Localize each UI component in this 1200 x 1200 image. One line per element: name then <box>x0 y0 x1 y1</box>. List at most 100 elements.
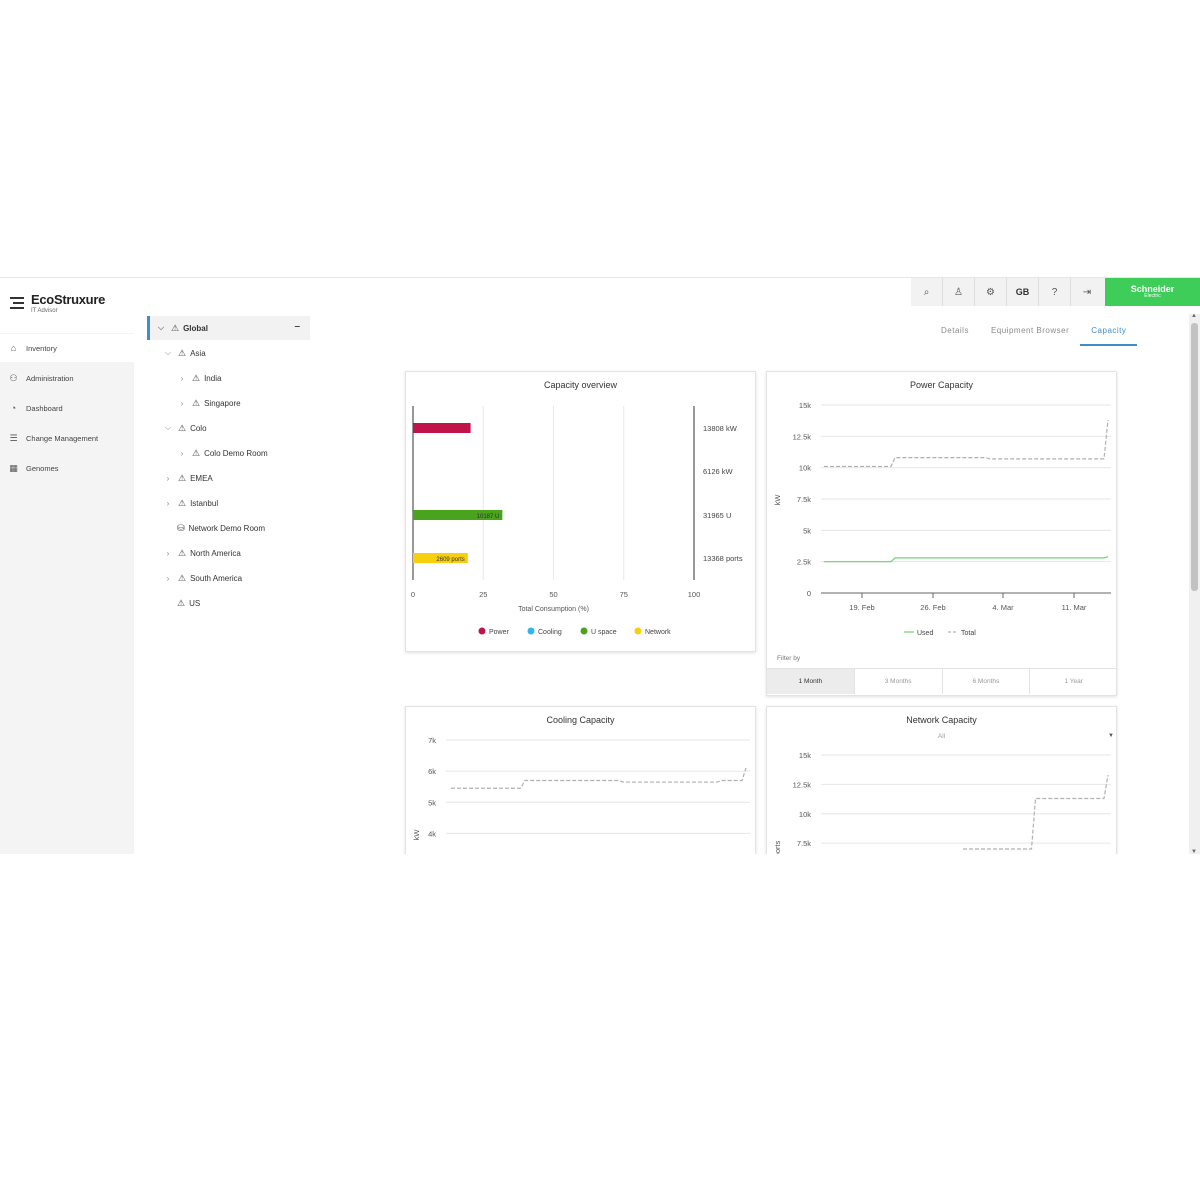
x-tick-label: 100 <box>688 590 701 599</box>
nav-item-label: Change Management <box>26 433 99 443</box>
y-tick-label: 7.5k <box>797 839 811 848</box>
filter-3-months[interactable]: 3 Months <box>855 669 943 694</box>
tree-item-colo-demo-room[interactable]: › ⚠ Colo Demo Room <box>177 442 268 464</box>
tab-capacity[interactable]: Capacity <box>1080 318 1138 346</box>
menu-icon[interactable] <box>10 297 24 309</box>
logo-area: EcoStruxure IT Advisor <box>0 278 134 333</box>
scroll-up-icon[interactable]: ▲ <box>1191 313 1197 319</box>
tree-item-north-america[interactable]: › ⚠ North America <box>163 542 241 564</box>
y-tick-label: 10k <box>799 464 811 473</box>
chevron-right-icon[interactable]: › <box>177 374 187 383</box>
tab-details[interactable]: Details <box>930 318 980 346</box>
user-icon[interactable]: ♙ <box>943 278 975 306</box>
dropdown-caret-icon[interactable]: ▼ <box>1108 733 1114 739</box>
nav-item-label: Genomes <box>26 463 59 473</box>
chevron-down-icon[interactable]: ⌵ <box>156 323 166 333</box>
series-line-used <box>824 556 1109 563</box>
brand-logo: Schneider Electric <box>1105 278 1200 306</box>
cooling-capacity-chart: 4k 5k 6k 7k kW <box>412 736 750 841</box>
left-nav: EcoStruxure IT Advisor ⌂ Inventory ⚇ Adm… <box>0 278 134 854</box>
app-logo-subtitle: IT Advisor <box>31 308 58 314</box>
filter-6-months[interactable]: 6 Months <box>943 669 1031 694</box>
list-icon: ☰ <box>9 432 18 443</box>
chevron-right-icon[interactable]: › <box>163 499 173 508</box>
nav-item-dashboard[interactable]: ◔ Dashboard <box>0 394 134 422</box>
x-tick-label: 26. Feb <box>920 603 945 612</box>
users-icon: ⚇ <box>9 372 18 383</box>
bar-total-label: 13808 kW <box>703 424 738 433</box>
nav-item-label: Dashboard <box>26 403 63 413</box>
nav-item-change-management[interactable]: ☰ Change Management <box>0 424 134 452</box>
chevron-right-icon[interactable]: › <box>177 399 187 408</box>
chevron-right-icon[interactable]: › <box>177 449 187 458</box>
nav-item-genomes[interactable]: ▦ Genomes <box>0 454 134 482</box>
tree-item-colo[interactable]: ⌵ ⚠ Colo <box>163 417 207 439</box>
tree-item-label: Asia <box>190 348 206 358</box>
chevron-right-icon[interactable]: › <box>163 549 173 558</box>
tree-item-label: Istanbul <box>190 498 219 508</box>
power-capacity-chart: 0 2.5k 5k 7.5k 10k 12.5k 15k kW 19. Feb 26. Feb 4.… <box>773 401 1111 637</box>
network-filter-select[interactable]: All <box>767 733 1116 740</box>
nav-item-inventory[interactable]: ⌂ Inventory <box>0 334 134 362</box>
tree-item-global[interactable]: ⌵ ⚠ Global – <box>147 316 310 340</box>
location-icon: ⚠ <box>178 497 187 508</box>
nav-item-label: Inventory <box>26 343 57 353</box>
chart-title: Capacity overview <box>543 380 618 390</box>
location-icon: ⚠ <box>192 397 201 408</box>
x-axis-label: Total Consumption (%) <box>518 606 589 613</box>
gear-icon[interactable]: ⚙ <box>975 278 1007 306</box>
y-axis-label: ports <box>773 840 782 854</box>
chevron-down-icon[interactable]: ⌵ <box>163 348 173 358</box>
legend-label: Power <box>489 629 510 636</box>
legend-label: Cooling <box>538 629 562 636</box>
bar-total-label: 6126 kW <box>703 467 734 476</box>
network-room-icon: ⛁ <box>177 522 185 533</box>
capacity-overview-chart: 0 25 50 75 100 Total Consumption (%) 13808 kW 6… <box>411 406 743 636</box>
locale-button[interactable]: GB <box>1007 278 1039 306</box>
tree-item-india[interactable]: › ⚠ India <box>177 367 222 389</box>
y-tick-label: 12.5k <box>793 780 812 789</box>
x-tick-label: 25 <box>479 590 487 599</box>
x-tick-label: 0 <box>411 590 415 599</box>
y-axis-label: kW <box>773 494 782 506</box>
logout-icon[interactable]: ⇥ <box>1071 278 1103 306</box>
tree-item-istanbul[interactable]: › ⚠ Istanbul <box>163 492 218 514</box>
chevron-right-icon[interactable]: › <box>163 574 173 583</box>
filter-1-month[interactable]: 1 Month <box>767 669 855 694</box>
chevron-right-icon[interactable]: › <box>163 474 173 483</box>
app-logo: EcoStruxure <box>31 292 106 307</box>
location-icon: ⚠ <box>192 372 201 383</box>
tree-item-label: South America <box>190 573 243 583</box>
tree-item-emea[interactable]: › ⚠ EMEA <box>163 467 213 489</box>
chart-title: Cooling Capacity <box>546 715 615 725</box>
search-icon[interactable]: ⌕ <box>911 278 943 306</box>
location-icon: ⚠ <box>178 547 187 558</box>
nav-item-administration[interactable]: ⚇ Administration <box>0 364 134 392</box>
y-tick-label: 15k <box>799 401 811 410</box>
y-tick-label: 0 <box>807 589 811 598</box>
tree-item-us[interactable]: ⚠ US <box>177 592 200 614</box>
scrollbar-thumb[interactable] <box>1191 323 1198 591</box>
filter-label: Filter by <box>777 655 801 662</box>
y-tick-label: 7.5k <box>797 495 811 504</box>
tab-equipment-browser[interactable]: Equipment Browser <box>980 318 1080 346</box>
tree-item-asia[interactable]: ⌵ ⚠ Asia <box>163 342 206 364</box>
location-icon: ⚠ <box>178 572 187 583</box>
help-icon[interactable]: ? <box>1039 278 1071 306</box>
scrollbar[interactable]: ▲ ▼ <box>1189 313 1200 854</box>
location-icon: ⚠ <box>171 322 180 333</box>
collapse-icon[interactable]: – <box>294 321 300 332</box>
location-icon: ⚠ <box>192 447 201 458</box>
location-icon: ⚠ <box>178 472 187 483</box>
y-tick-label: 5k <box>428 798 436 807</box>
tree-item-label: India <box>204 373 222 383</box>
legend-label: U space <box>591 629 617 636</box>
y-tick-label: 2.5k <box>797 558 811 567</box>
tree-item-south-america[interactable]: › ⚠ South America <box>163 567 242 589</box>
scroll-down-icon[interactable]: ▼ <box>1191 849 1197 854</box>
chevron-down-icon[interactable]: ⌵ <box>163 423 173 433</box>
tree-item-network-demo-room[interactable]: ⛁ Network Demo Room <box>177 517 265 539</box>
y-axis-label: kW <box>412 829 421 841</box>
filter-1-year[interactable]: 1 Year <box>1030 669 1117 694</box>
tree-item-singapore[interactable]: › ⚠ Singapore <box>177 392 241 414</box>
